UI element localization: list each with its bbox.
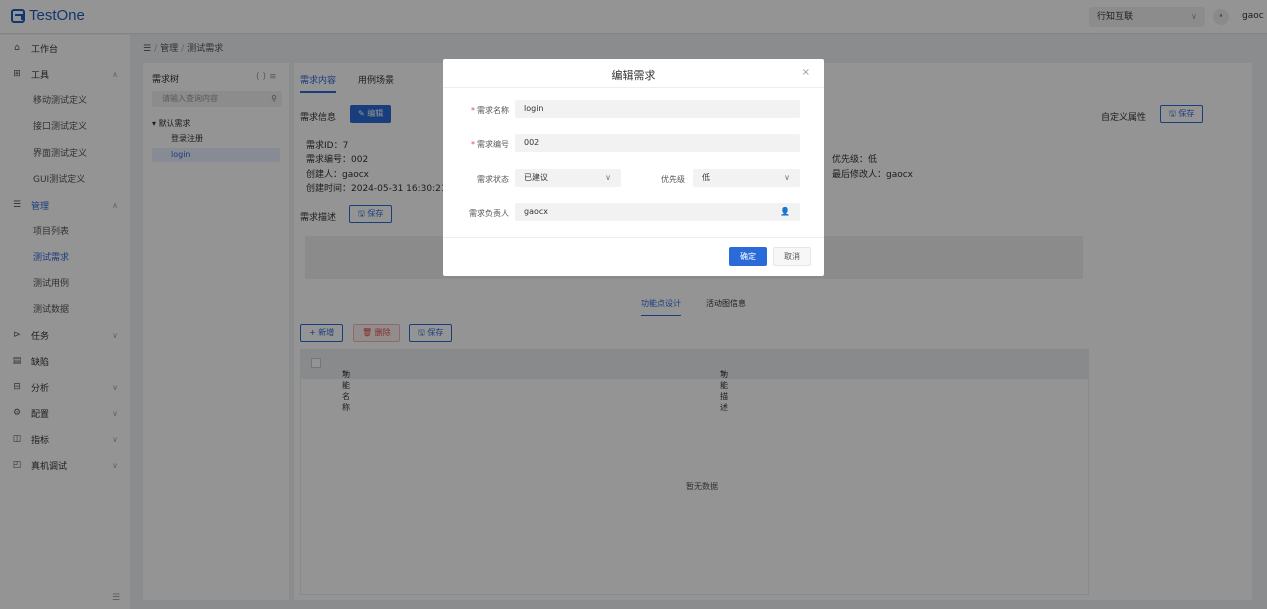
code-label: * 需求编号 [471,140,509,149]
name-label: * 需求名称 [471,106,509,115]
owner-field-value: gaocx [524,207,549,216]
close-icon[interactable]: × [802,67,810,78]
confirm-button[interactable]: 确定 [729,247,767,266]
name-field[interactable]: login [515,100,800,118]
owner-field[interactable]: gaocx 👤 [515,203,800,221]
dialog-divider [443,87,824,88]
code-field[interactable]: 002 [515,134,800,152]
user-icon[interactable]: 👤 [780,203,790,221]
dialog-divider [443,237,824,238]
status-select-value: 已建议 [524,173,548,182]
priority-select-value: 低 [702,173,710,182]
dialog-title: 编辑需求 [611,69,656,82]
priority-select[interactable]: 低 ∨ [693,169,800,187]
status-label: 需求状态 [477,175,509,184]
cancel-button[interactable]: 取消 [773,247,811,266]
owner-label: 需求负责人 [469,209,509,218]
edit-requirement-dialog: 编辑需求 × * 需求名称 login * 需求编号 002 需求状态 已建议 ∨ … [443,59,824,276]
status-select[interactable]: 已建议 ∨ [515,169,621,187]
priority-label: 优先级 [661,175,685,184]
chevron-down-icon: ∨ [605,173,611,182]
chevron-down-icon: ∨ [784,173,790,182]
